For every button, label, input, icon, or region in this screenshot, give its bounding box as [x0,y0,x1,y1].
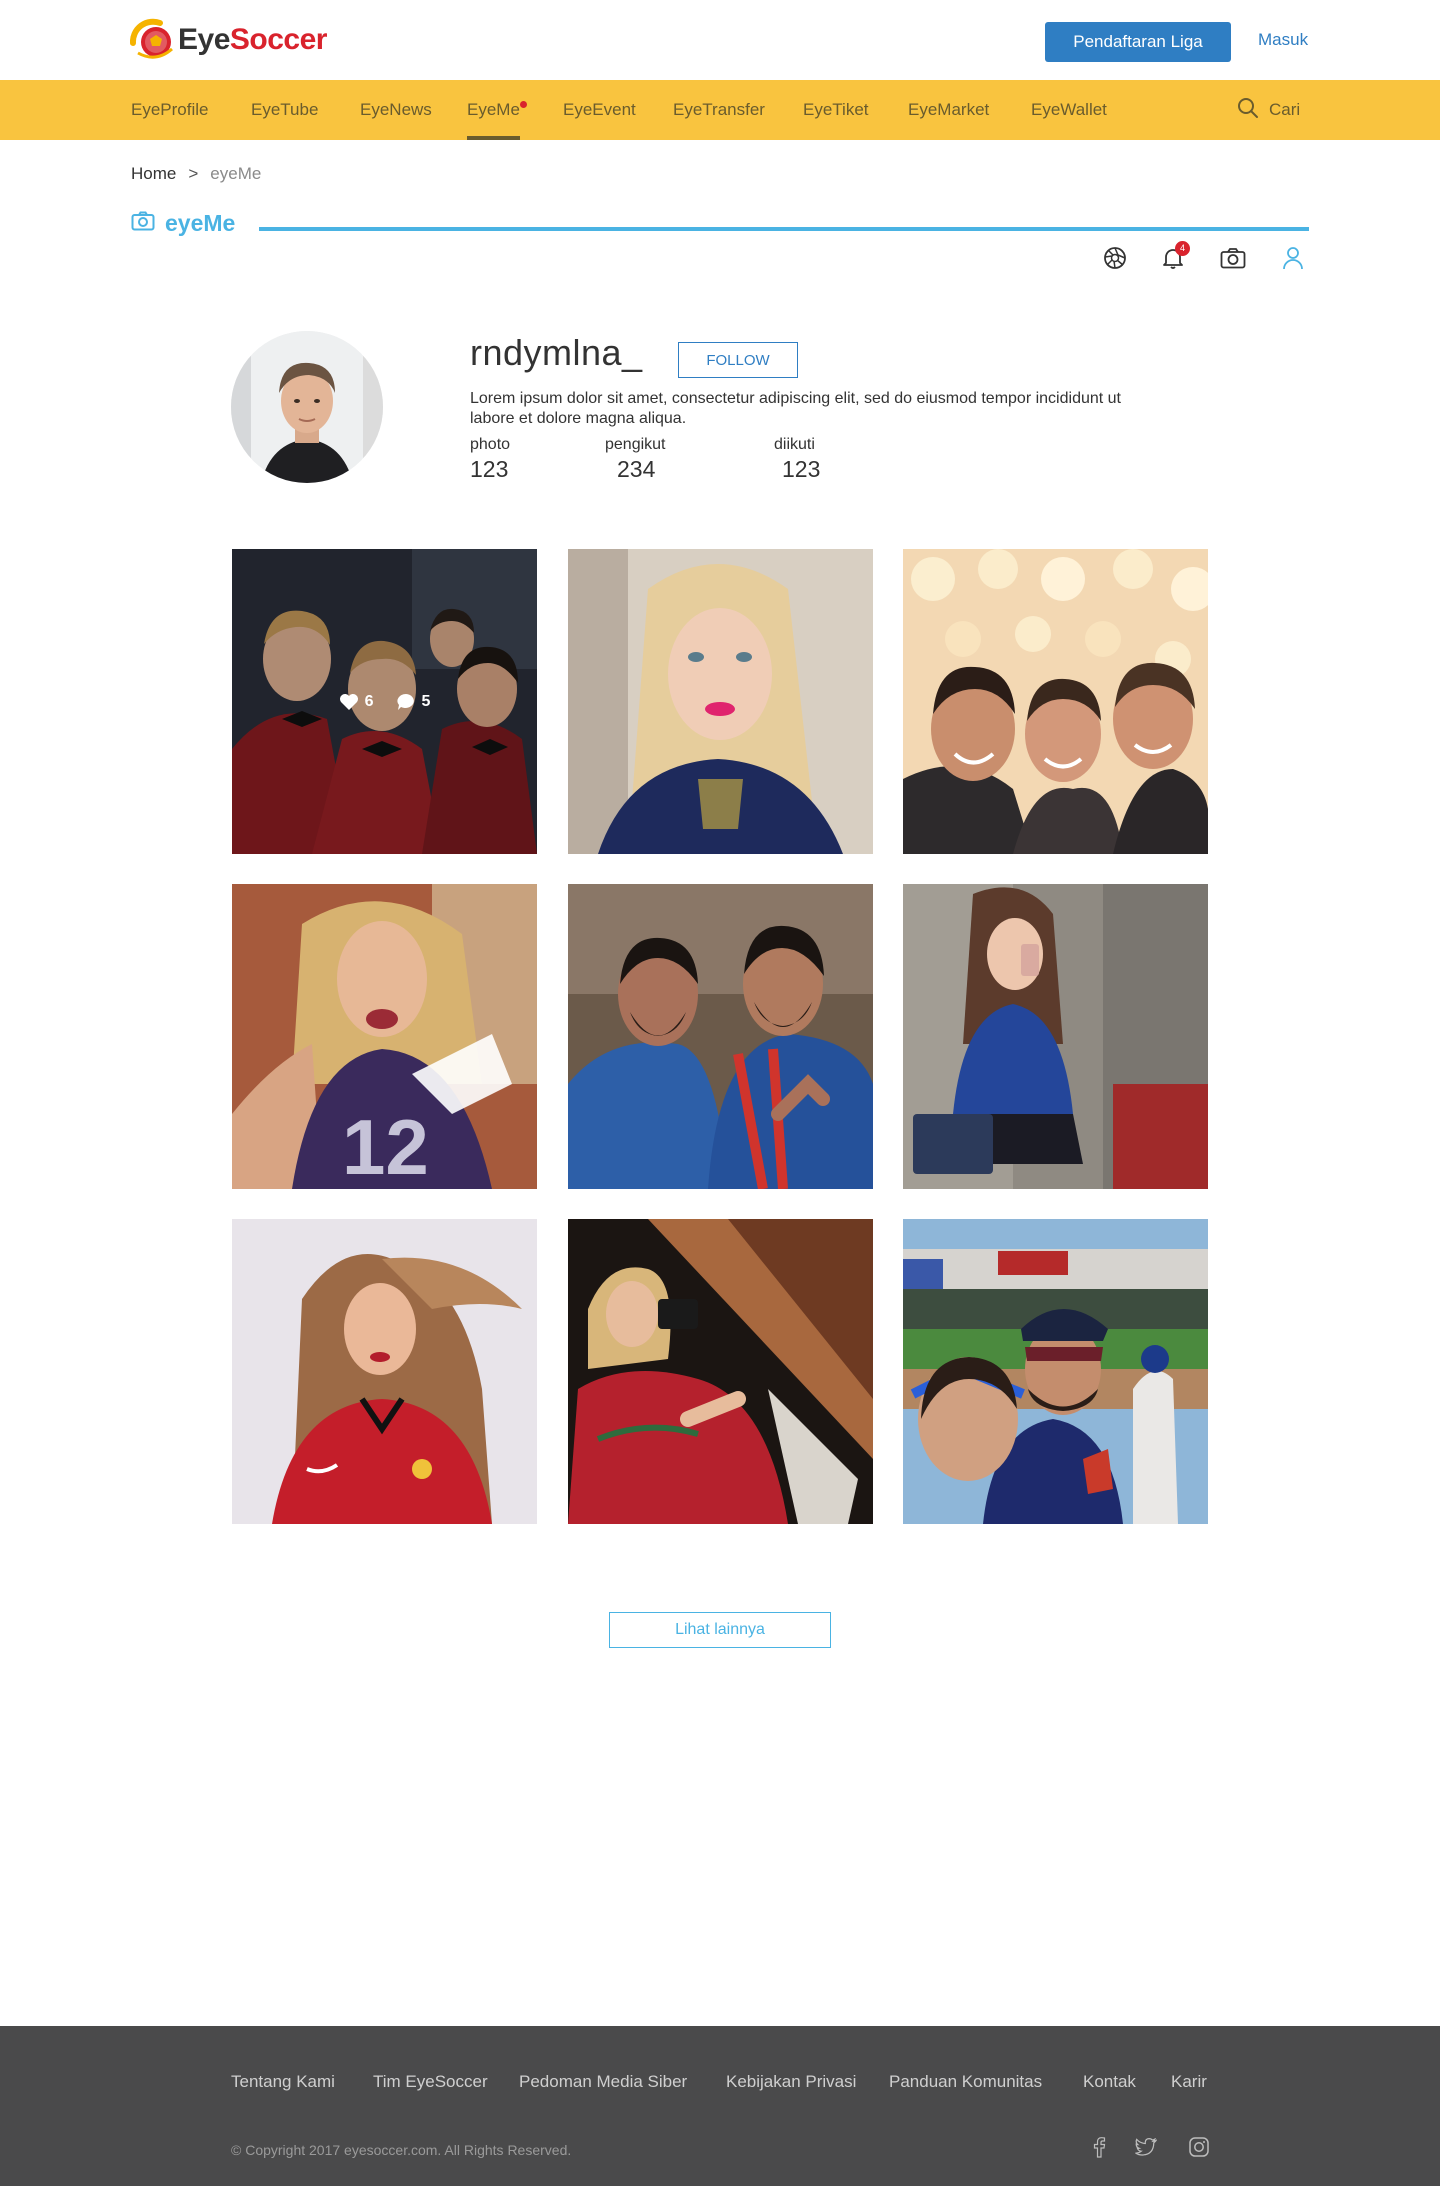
footer-link-about[interactable]: Tentang Kami [231,2072,335,2092]
breadcrumb: Home > eyeMe [131,164,261,184]
footer-link-privacy[interactable]: Kebijakan Privasi [726,2072,856,2092]
profile-username: rndymlna_ [470,332,643,373]
photo-thumbnail-7[interactable] [232,1219,537,1524]
facebook-icon[interactable] [1084,2132,1114,2162]
photo-thumbnail-8[interactable] [568,1219,873,1524]
svg-text:12: 12 [342,1103,429,1189]
eyeme-toolbar: 4 [0,241,1440,273]
comments-count: 5 [396,692,431,711]
photo-thumbnail-2[interactable] [568,549,873,854]
nav-item-eyeme-label: EyeMe [467,100,520,119]
footer-link-contact[interactable]: Kontak [1083,2072,1136,2092]
aperture-icon[interactable] [1100,243,1130,273]
nav-item-eyetube[interactable]: EyeTube [251,80,318,140]
stat-followers[interactable]: pengikut 234 [605,436,666,483]
stat-value: 234 [617,456,656,482]
top-header: EyeSoccer Pendaftaran Liga Masuk [0,0,1440,80]
search-icon [1237,97,1269,124]
heart-icon [339,693,359,711]
section-header: eyeMe [131,210,235,237]
footer-link-career[interactable]: Karir [1171,2072,1207,2092]
load-more-button[interactable]: Lihat lainnya [609,1612,831,1648]
camera-upload-icon[interactable] [1218,243,1248,273]
stat-value: 123 [470,456,509,482]
footer-link-media-guidelines[interactable]: Pedoman Media Siber [519,2072,687,2092]
nav-item-eyewallet[interactable]: EyeWallet [1031,80,1107,140]
photo-thumbnail-6[interactable] [903,884,1208,1189]
stat-label: diikuti [774,436,815,453]
photo-thumbnail-9[interactable] [903,1219,1208,1524]
search-label: Cari [1269,100,1301,119]
main-nav: EyeProfile EyeTube EyeNews EyeMe EyeEven… [0,80,1440,140]
register-league-button[interactable]: Pendaftaran Liga [1045,22,1231,62]
site-footer: Tentang Kami Tim EyeSoccer Pedoman Media… [0,2026,1440,2186]
active-tab-underline [467,136,520,140]
logo-wordmark: EyeSoccer [178,23,327,57]
breadcrumb-home[interactable]: Home [131,164,176,184]
footer-link-team[interactable]: Tim EyeSoccer [373,2072,488,2092]
comment-bubble-icon [396,693,416,711]
avatar [231,331,383,483]
breadcrumb-separator: > [188,164,199,183]
section-title: eyeMe [165,210,236,236]
likes-value: 6 [364,692,374,710]
nav-item-eyeevent[interactable]: EyeEvent [563,80,636,140]
stat-value: 123 [782,456,821,482]
photo-thumbnail-5[interactable] [568,884,873,1189]
photo-hover-overlay: 6 5 [232,549,537,854]
nav-item-eyenews[interactable]: EyeNews [360,80,432,140]
stat-label: pengikut [605,436,666,453]
logo-text-soccer: Soccer [229,23,328,56]
footer-link-community[interactable]: Panduan Komunitas [889,2072,1042,2092]
login-link[interactable]: Masuk [1258,30,1308,50]
section-divider [259,227,1309,231]
notification-badge: 4 [1175,241,1190,256]
photo-thumbnail-1[interactable]: 6 5 [232,549,537,854]
breadcrumb-current: eyeMe [210,164,262,183]
user-icon[interactable] [1278,243,1308,273]
nav-item-eyetransfer[interactable]: EyeTransfer [673,80,765,140]
soccer-ball-logo-icon [129,17,176,63]
follow-button[interactable]: FOLLOW [678,342,798,378]
new-indicator-dot [519,101,527,108]
profile-bio: Lorem ipsum dolor sit amet, consectetur … [470,390,1121,427]
camera-icon [131,211,155,236]
comments-value: 5 [421,692,431,710]
stat-label: photo [470,436,511,453]
nav-item-eyetiket[interactable]: EyeTiket [803,80,869,140]
photo-thumbnail-4[interactable]: 12 [232,884,537,1189]
likes-count: 6 [339,693,374,711]
twitter-icon[interactable] [1131,2132,1161,2162]
photo-thumbnail-3[interactable] [903,549,1208,854]
copyright-text: © Copyright 2017 eyesoccer.com. All Righ… [231,2142,572,2158]
bell-icon[interactable]: 4 [1158,241,1190,273]
nav-item-eyeme[interactable]: EyeMe [467,80,527,140]
nav-search[interactable]: Cari [1237,80,1300,140]
instagram-icon[interactable] [1184,2132,1214,2162]
nav-item-eyeprofile[interactable]: EyeProfile [131,80,208,140]
nav-item-eyemarket[interactable]: EyeMarket [908,80,989,140]
eyesoccer-logo[interactable]: EyeSoccer [129,16,327,64]
stat-photo[interactable]: photo 123 [470,436,510,483]
logo-text-eye: Eye [178,23,230,56]
stat-following[interactable]: diikuti 123 [774,436,820,483]
